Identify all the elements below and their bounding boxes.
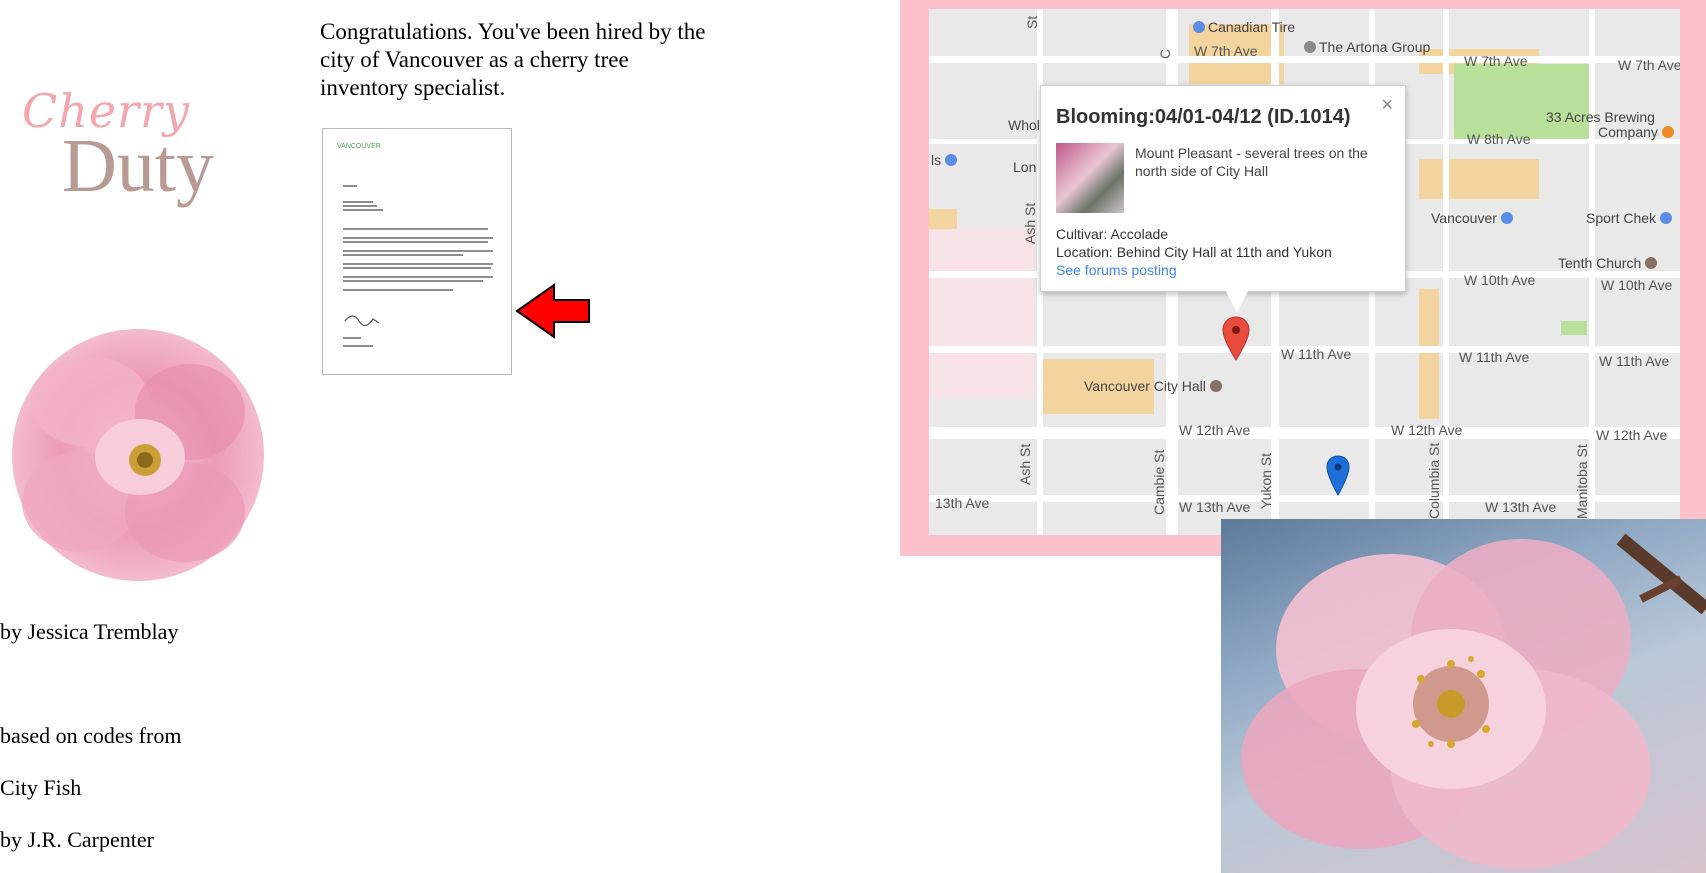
street-label: St (1024, 15, 1040, 29)
hiring-letter-thumbnail[interactable]: VANCOUVER (322, 128, 512, 375)
intro-text: Congratulations. You've been hired by th… (320, 19, 706, 100)
street-label: W 10th Ave (1464, 272, 1536, 288)
street-label: C (1157, 48, 1173, 59)
info-description: Mount Pleasant - several trees on the no… (1135, 145, 1368, 179)
vancouver-logo: VANCOUVER (337, 143, 381, 150)
street-label: Ash St (1022, 202, 1038, 244)
info-cultivar: Cultivar: Accolade (1056, 226, 1169, 242)
info-window-tail (1225, 289, 1249, 313)
street-label: W 7th Ave (1618, 57, 1680, 73)
street-label: W 7th Ave (1464, 53, 1528, 69)
poi-vancouver[interactable]: Vancouver (1431, 210, 1516, 226)
blue-map-pin-icon[interactable] (1326, 455, 1350, 497)
based-on-text: based on codes from (0, 723, 182, 748)
cherry-blossom-photo (1221, 519, 1706, 873)
red-arrow-icon (515, 283, 590, 339)
poi-canadian-tire[interactable]: Canadian Tire (1193, 19, 1295, 35)
tree-thumbnail (1056, 143, 1124, 213)
map-block (1419, 289, 1439, 419)
street-label: W 11th Ave (1459, 349, 1530, 365)
street-label: W 11th Ave (1599, 353, 1670, 369)
street-label: W 12th Ave (1596, 427, 1668, 443)
beer-icon (1661, 126, 1674, 138)
church-icon (1645, 257, 1658, 269)
shopping-icon (1500, 212, 1513, 224)
poi-33-acres-2[interactable]: Company (1598, 124, 1677, 140)
cherry-blossom-image (12, 329, 264, 581)
shopping-icon (945, 154, 958, 166)
shopping-icon (1193, 21, 1205, 33)
street-label: W 8th Ave (1467, 131, 1531, 147)
street-label: Cambie St (1151, 449, 1167, 515)
forums-link[interactable]: See forums posting (1056, 262, 1177, 278)
poi-whol[interactable]: Whol (1008, 117, 1040, 133)
poi-artona[interactable]: The Artona Group (1304, 39, 1430, 55)
park-area (1561, 321, 1587, 335)
source-author: by J.R. Carpenter (0, 827, 154, 852)
street-label: W 12th Ave (1391, 422, 1463, 438)
map-info-window: Blooming:04/01-04/12 (ID.1014) × Mount P… (1040, 85, 1406, 292)
logo-duty-text: Duty (62, 124, 214, 208)
landmark-icon (1209, 380, 1222, 392)
poi-lon[interactable]: Lon (1013, 159, 1036, 175)
map-area (929, 229, 1034, 399)
street-label: Ash St (1017, 443, 1033, 485)
poi-city-hall[interactable]: Vancouver City Hall (1084, 378, 1225, 394)
source-title[interactable]: City Fish (0, 775, 81, 801)
info-title: Blooming:04/01-04/12 (ID.1014) (1056, 106, 1351, 128)
poi-33-acres[interactable]: 33 Acres Brewing (1546, 109, 1655, 125)
poi-sport-chek[interactable]: Sport Chek (1586, 210, 1675, 226)
map-block (1419, 159, 1539, 199)
red-map-pin-icon[interactable] (1222, 316, 1250, 362)
business-icon (1304, 41, 1316, 53)
street-label: Yukon St (1258, 452, 1274, 509)
street-label: W 13th Ave (1179, 499, 1251, 515)
poi-ls[interactable]: ls (931, 152, 960, 168)
street-label: W 12th Ave (1179, 422, 1251, 438)
street-label: W 11th Ave (1281, 346, 1352, 362)
street-label: Columbia St (1426, 442, 1442, 519)
street-label: W 10th Ave (1601, 277, 1673, 293)
info-location: Location: Behind City Hall at 11th and Y… (1056, 244, 1332, 260)
street-label: W 13th Ave (1485, 499, 1557, 515)
street-label: 13th Ave (935, 495, 990, 511)
close-icon[interactable]: × (1381, 94, 1393, 117)
street-label: Manitoba St (1574, 444, 1590, 519)
street-label: W 7th Ave (1194, 43, 1258, 59)
shopping-icon (1659, 212, 1672, 224)
poi-tenth-church[interactable]: Tenth Church (1558, 255, 1660, 271)
author-credit: by Jessica Tremblay (0, 619, 179, 644)
